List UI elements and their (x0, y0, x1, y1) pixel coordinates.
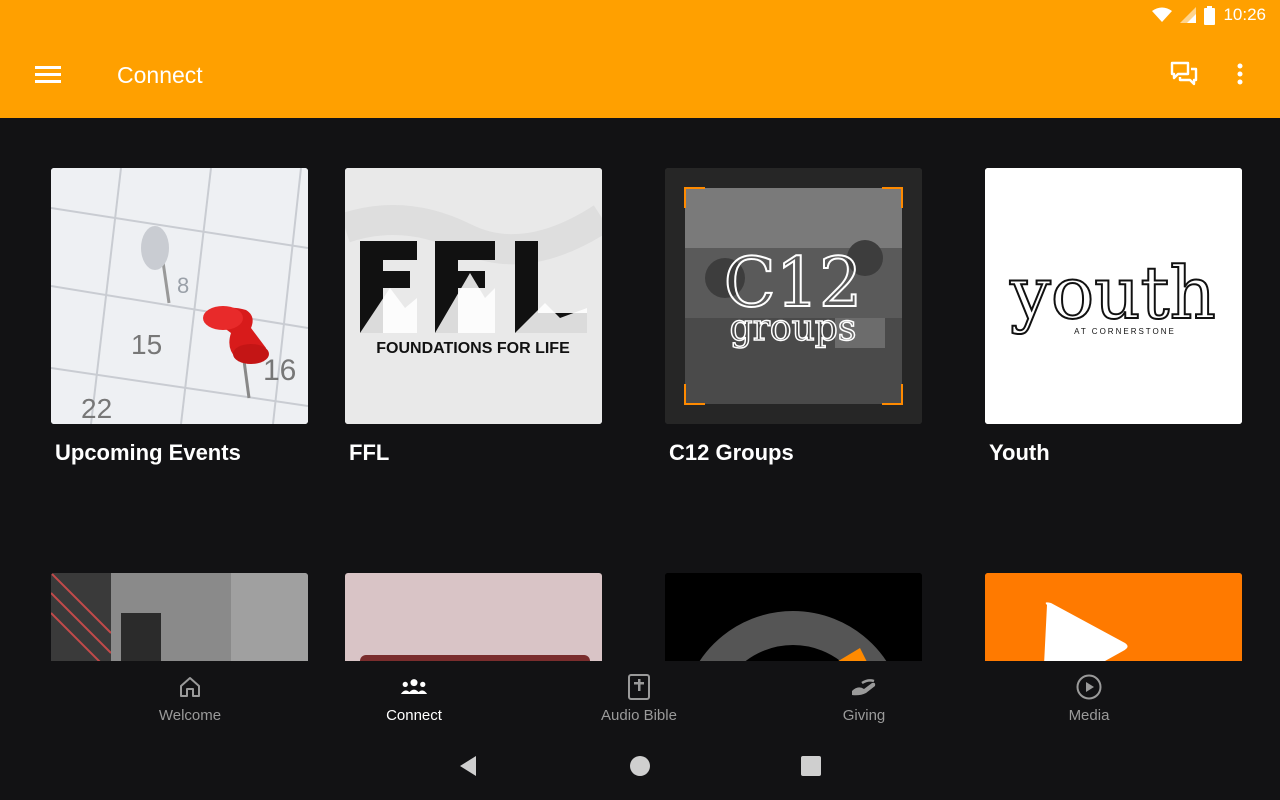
card-row2-1-image (51, 573, 308, 661)
calendar-pin-graphic: 15 16 22 8 (51, 168, 308, 424)
c12-subtitle: groups (730, 308, 857, 349)
card-row2-4-image (985, 573, 1242, 661)
wifi-icon (1152, 7, 1173, 23)
status-time: 10:26 (1223, 5, 1266, 24)
back-button[interactable] (455, 755, 481, 781)
home-button[interactable] (627, 755, 653, 781)
card-label: FFL (349, 440, 390, 465)
play-logo-graphic (985, 573, 1242, 661)
upcoming-events-image: 15 16 22 8 (51, 168, 308, 424)
app-bar: Connect (0, 32, 1280, 118)
calendar-day-8: 8 (177, 273, 189, 298)
giving-icon (850, 673, 878, 701)
c12-groups-image: C12 groups (665, 168, 922, 424)
status-icons: 10:26 (1152, 5, 1266, 25)
recents-square-icon (800, 755, 822, 782)
calendar-day-16: 16 (263, 354, 296, 387)
nav-item-giving[interactable]: Giving (794, 673, 934, 729)
youth-image: youth AT CORNERSTONE (985, 168, 1242, 424)
nav-item-connect[interactable]: Connect (344, 673, 484, 729)
card-upcoming-events[interactable]: 15 16 22 8 Upcoming Events (51, 168, 308, 466)
chat-button[interactable] (1164, 56, 1204, 96)
home-circle-icon (629, 755, 651, 782)
pink-photo-graphic (345, 573, 602, 661)
card-row2-2-image (345, 573, 602, 661)
card-youth[interactable]: youth AT CORNERSTONE Youth (985, 168, 1242, 466)
nav-label: Media (1068, 707, 1110, 724)
connect-grid: 15 16 22 8 Upcoming Events FOUNDATIONS F… (0, 118, 1280, 661)
menu-button[interactable] (26, 56, 70, 96)
chat-icon (1170, 61, 1198, 92)
card-ffl[interactable]: FOUNDATIONS FOR LIFE FFL (345, 168, 602, 466)
c12-logo-graphic: C12 groups (665, 168, 922, 424)
ffl-subtitle: FOUNDATIONS FOR LIFE (376, 340, 570, 357)
card-label: C12 Groups (669, 440, 794, 465)
play-circle-icon (1075, 673, 1103, 701)
card-label: Youth (989, 440, 1050, 465)
ffl-logo-graphic: FOUNDATIONS FOR LIFE (345, 168, 602, 424)
card-row2-3[interactable] (665, 573, 922, 661)
youth-title: youth (1009, 251, 1216, 335)
card-c12-groups[interactable]: C12 groups C12 Groups (665, 168, 922, 466)
card-row2-3-image (665, 573, 922, 661)
nav-label: Connect (386, 707, 442, 724)
nav-item-audio-bible[interactable]: Audio Bible (569, 673, 709, 729)
battery-icon (1204, 5, 1216, 25)
people-icon (400, 673, 428, 701)
youth-logo-graphic: youth AT CORNERSTONE (985, 168, 1242, 424)
nav-item-welcome[interactable]: Welcome (120, 673, 260, 729)
recents-button[interactable] (798, 755, 824, 781)
card-row2-2[interactable] (345, 573, 602, 661)
hamburger-menu-icon (35, 64, 61, 89)
card-row2-1[interactable] (51, 573, 308, 661)
youth-subtitle: AT CORNERSTONE (1074, 327, 1176, 336)
calendar-day-22: 22 (81, 393, 112, 424)
card-label: Upcoming Events (55, 440, 241, 465)
more-options-button[interactable] (1224, 56, 1256, 96)
status-bar: 10:26 (0, 0, 1280, 32)
calendar-day-15: 15 (131, 329, 162, 360)
page-title: Connect (117, 62, 203, 88)
back-triangle-icon (458, 755, 478, 782)
ffl-image: FOUNDATIONS FOR LIFE (345, 168, 602, 424)
nav-label: Audio Bible (601, 707, 677, 724)
nav-label: Giving (842, 707, 886, 724)
more-vert-icon (1237, 63, 1243, 90)
card-row2-4[interactable] (985, 573, 1242, 661)
band-photo-graphic (51, 573, 308, 661)
signal-icon (1180, 7, 1197, 23)
nav-label: Welcome (158, 707, 222, 724)
home-icon (176, 673, 204, 701)
bottom-navigation: Welcome Connect Audio Bible Giving Media (0, 661, 1280, 735)
bible-icon (625, 673, 653, 701)
system-navigation-bar (0, 735, 1280, 800)
cornerstone-logo-graphic (665, 573, 922, 661)
nav-item-media[interactable]: Media (1019, 673, 1159, 729)
